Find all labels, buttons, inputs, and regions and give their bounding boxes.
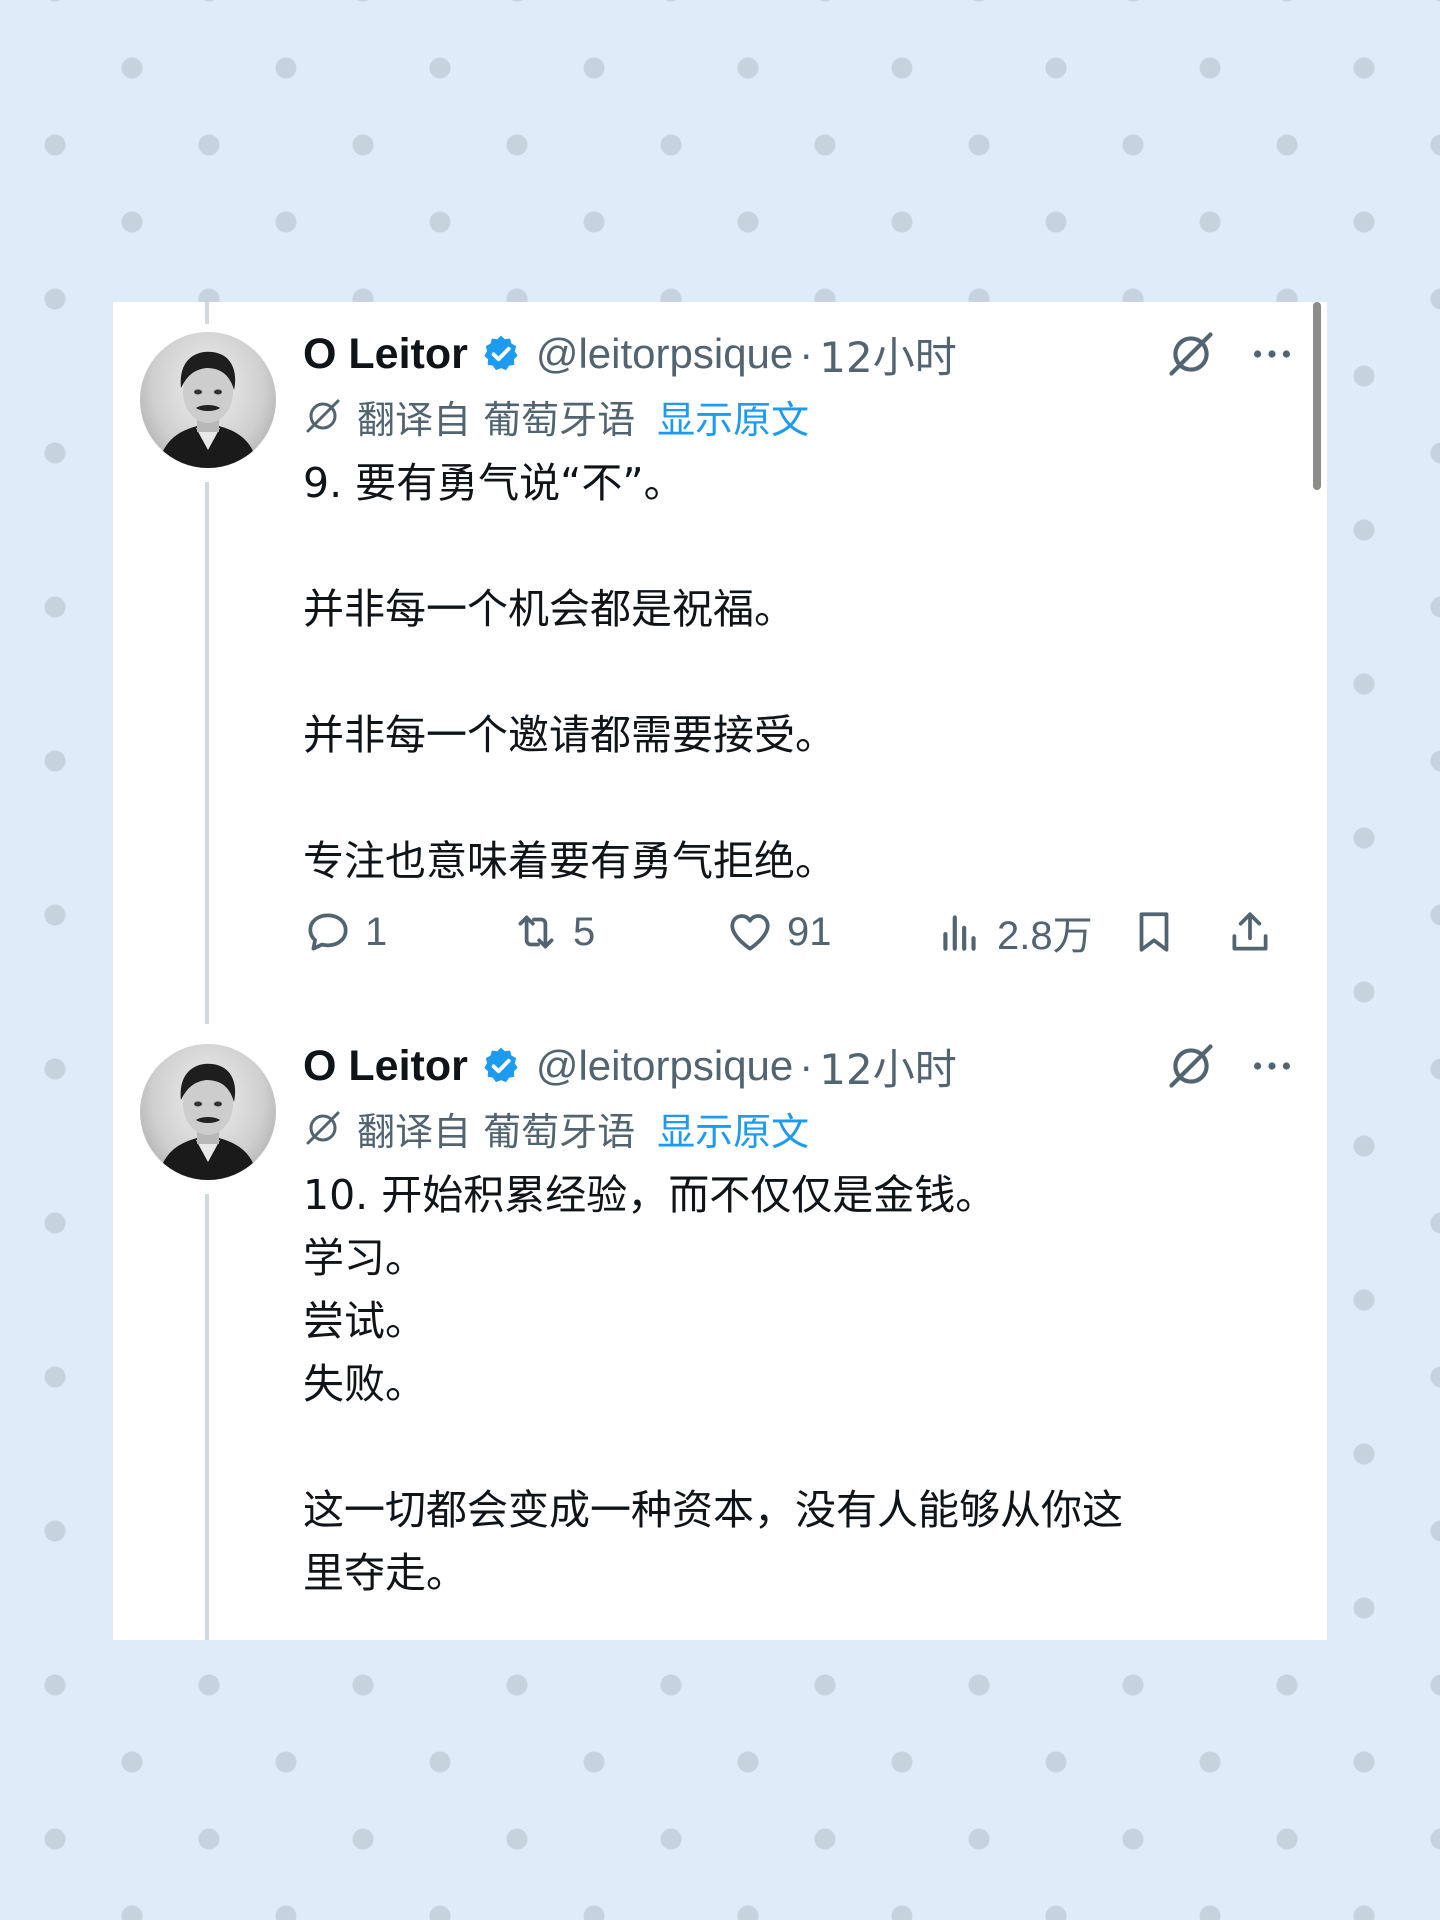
grok-icon[interactable] [1165,328,1217,380]
tweet-text-line: 专注也意味着要有勇气拒绝。 [303,837,836,885]
bookmark-icon [1139,912,1169,952]
avatar[interactable] [140,332,276,468]
reply-button[interactable]: 1 [303,902,387,962]
translation-notice: 翻译自 葡萄牙语 显示原文 [303,1100,809,1156]
translate-icon [306,399,340,433]
tweet-header: O Leitor @leitorpsique · 12小时 [303,324,957,384]
separator-dot: · [799,330,814,377]
tweet-text: 9. 要有勇气说“不”。 并非每一个机会都是祝福。 并非每一个邀请都需要接受。 … [303,452,1293,893]
reply-icon [308,913,348,951]
more-icon[interactable] [1246,330,1298,378]
views-count: 2.8万 [997,914,1093,958]
show-original-link[interactable]: 显示原文 [657,1101,809,1156]
views-icon [943,915,976,951]
like-icon [730,914,770,951]
translate-icon [306,1111,340,1145]
translation-notice: 翻译自 葡萄牙语 显示原文 [303,388,809,444]
tweet-text-line: 里夺走。 [303,1549,467,1597]
tweet-text-line: 失败。 [303,1360,426,1408]
reply-count: 1 [365,909,388,954]
show-original-link[interactable]: 显示原文 [657,389,809,444]
like-count: 91 [787,909,832,954]
action-bar: 1 5 91 2.8万 [303,902,1303,962]
share-icon [1232,912,1268,951]
bookmark-button[interactable] [1129,902,1179,962]
tweet-text-line: 这一切都会变成一种资本，没有人能够从你这 [303,1486,1123,1534]
repost-button[interactable]: 5 [511,902,595,962]
timestamp[interactable]: 12小时 [819,324,956,385]
tweet-text-line [303,515,1293,578]
verified-badge-icon [484,335,518,371]
tweet-text-line: 尝试。 [303,1297,426,1345]
tweet[interactable]: O Leitor @leitorpsique · 12小时 翻译自 葡萄牙语 显… [113,1014,1327,1640]
translated-from-label: 翻译自 葡萄牙语 [357,1109,636,1154]
tweet-text: 10. 开始积累经验，而不仅仅是金钱。 学习。 尝试。 失败。 这一切都会变成一… [303,1164,1293,1605]
tweet[interactable]: O Leitor @leitorpsique · 12小时 翻译自 葡萄牙语 显… [113,302,1327,1014]
avatar[interactable] [140,1044,276,1180]
tweet-text-line [303,767,1293,830]
separator-dot: · [799,1042,814,1089]
tweet-text-line: 9. 要有勇气说“不”。 [303,459,685,507]
tweet-text-line: 10. 开始积累经验，而不仅仅是金钱。 [303,1171,997,1219]
tweet-header: O Leitor @leitorpsique · 12小时 [303,1036,957,1096]
repost-count: 5 [573,909,596,954]
author-handle[interactable]: @leitorpsique [536,330,793,378]
share-button[interactable] [1225,902,1275,962]
repost-icon [518,915,554,949]
tweet-text-line: 并非每一个邀请都需要接受。 [303,711,836,759]
author-name[interactable]: O Leitor [303,1042,468,1091]
tweet-text-line: 并非每一个机会都是祝福。 [303,585,795,633]
views-button[interactable]: 2.8万 [935,902,1093,962]
tweet-text-line [303,1416,1293,1479]
grok-icon[interactable] [1165,1040,1217,1092]
timestamp[interactable]: 12小时 [819,1036,956,1097]
tweet-text-line [303,641,1293,704]
more-icon[interactable] [1246,1042,1298,1090]
tweet-thread-card: O Leitor @leitorpsique · 12小时 翻译自 葡萄牙语 显… [113,302,1327,1640]
verified-badge-icon [484,1047,518,1083]
author-name[interactable]: O Leitor [303,330,468,379]
translated-from-label: 翻译自 葡萄牙语 [357,397,636,442]
tweet-text-line: 学习。 [303,1234,426,1282]
like-button[interactable]: 91 [725,902,832,962]
author-handle[interactable]: @leitorpsique [536,1042,793,1090]
